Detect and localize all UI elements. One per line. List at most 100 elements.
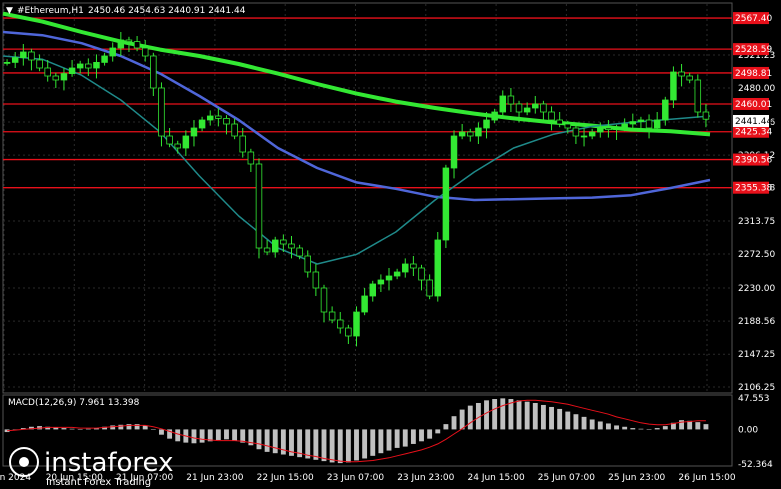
candle-body [141,47,149,57]
candle-body [426,279,433,297]
x-tick-label: 23 Jun 07:00 [327,473,384,483]
x-tick-label: 25 Jun 07:00 [538,473,595,483]
macd-bar [354,429,359,461]
level-tags: 2567.40 2528.59 2498.81 2460.01 2425.34 2390.… [733,12,772,194]
candle-body [239,135,246,153]
candle-body [418,267,425,281]
macd-bar [419,429,424,442]
candle-body [532,103,539,109]
macd-bar [540,404,546,430]
macd-bar [159,429,164,435]
macd-bar [581,416,587,430]
candle-body [231,123,238,137]
macd-bar [394,429,400,448]
macd-bar [605,423,611,430]
candle-body [271,239,279,253]
candle-body [507,95,515,105]
chart-header-symbol-arrow[interactable]: ▼ [6,6,13,16]
macd-bar [597,421,603,430]
macd-tick-label: 0.00 [738,425,758,435]
candle-body [580,135,588,138]
macd-bar [614,425,619,430]
level-tag: 2390.56 [735,156,772,166]
macd-bar [532,402,538,430]
candle-body [190,127,198,137]
candle-body [588,131,596,137]
candle-body [247,151,255,165]
macd-bar [467,405,473,430]
macd-bar [370,429,376,456]
level-tag: 2498.81 [735,69,772,79]
candle-body [662,99,669,121]
macd-bar [321,429,327,462]
candle-body [11,57,19,63]
macd-bar [524,401,530,430]
candle-body [36,59,43,69]
candle-body [320,287,328,313]
macd-bar [150,429,156,430]
macd-bar [175,429,181,442]
x-tick-label: 19 Jun 2024 [0,473,31,483]
level-tag: 2425.34 [735,128,772,138]
chart-header-symbol: #Ethereum,H1 [17,6,84,16]
macd-bar [662,426,668,430]
candle-body [255,163,263,249]
candle-body [280,239,287,245]
candle-body [402,263,409,273]
macd-bar [215,429,221,440]
candle-body [621,123,628,129]
candle-body [288,243,295,249]
level-tag: 2567.40 [735,14,772,24]
candle-body [694,79,702,113]
ma-line-blue [2,30,711,202]
instaforex-logo: instaforex Instant Forex Trading [9,447,173,488]
candle-body [182,135,190,149]
macd-bar [703,424,709,430]
x-tick-label: 26 Jun 15:00 [678,473,735,483]
macd-bar [459,409,465,430]
candle-body [60,73,68,81]
macd-bar [654,428,660,430]
macd-tick-label: 47.553 [738,394,770,404]
candle-body [434,239,442,297]
candle-body [686,75,693,81]
candle-body [304,255,311,273]
macd-bar [549,406,554,430]
candle-body [101,55,108,63]
candle-body [150,55,157,89]
candle-body [385,275,393,281]
candle-body [637,119,645,122]
y-tick-label: 2147.25 [738,350,775,360]
chart-canvas: 2521.232480.002437.562396.122355.382313.… [0,2,775,488]
candle-body [345,327,352,337]
macd-bar [484,400,489,430]
candle-body [458,131,466,137]
candle-body [597,127,604,133]
candle-body [158,87,165,137]
candles [3,32,710,347]
level-tag: 2355.38 [735,184,772,194]
candle-body [28,51,35,61]
macd-bar [199,429,205,443]
y-tick-label: 2480.00 [738,84,775,94]
macd-bar [638,428,644,430]
macd-bar [337,429,343,464]
macd-bar [345,429,351,463]
candle-body [450,135,458,169]
macd-bar [695,422,701,430]
candle-body [353,311,360,337]
y-tick-label: 2313.75 [738,217,775,227]
candle-body [613,127,620,131]
macd-bar [451,416,457,430]
y-tick-label: 2272.50 [738,250,775,260]
macd-tick-label: -52.364 [738,460,773,470]
macd-bar [402,429,408,447]
candle-body [312,271,320,289]
candle-body [393,271,401,277]
macd-bar [329,429,335,463]
candle-body [263,247,271,253]
x-tick-label: 25 Jun 23:00 [608,473,665,483]
y-tick-label: 2106.25 [738,383,775,393]
chart-header-ohlc: 2450.46 2454.63 2440.91 2441.44 [88,6,246,16]
candle-body [125,39,133,43]
